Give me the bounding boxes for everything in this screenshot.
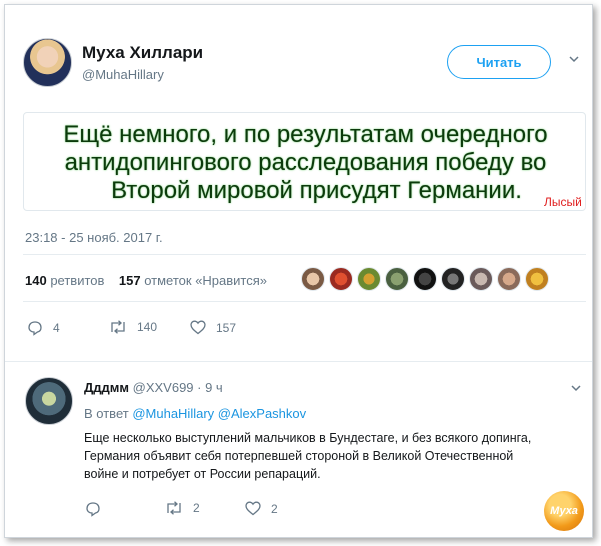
author-avatar[interactable]: [23, 38, 72, 87]
liker-avatar[interactable]: [497, 267, 521, 291]
reply-header: Дддмм @XXV699 · 9 ч: [84, 380, 223, 395]
liker-avatar[interactable]: [357, 267, 381, 291]
likes-count[interactable]: 157: [119, 273, 141, 288]
retweet-icon: [167, 501, 181, 515]
follow-button[interactable]: Читать: [447, 45, 551, 79]
tweet-stats: 140 ретвитов 157 отметок «Нравится»: [25, 273, 267, 288]
mention-link[interactable]: @AlexPashkov: [218, 406, 306, 421]
tweet-frame: Муха Хиллари @MuhaHillary Читать Ещё нем…: [4, 4, 593, 538]
author-name[interactable]: Муха Хиллари: [82, 43, 203, 63]
reply-action[interactable]: 4: [27, 320, 60, 336]
image-signature: Лысый: [544, 195, 582, 209]
reply-text-line: Еще несколько выступлений мальчиков в Бу…: [84, 431, 532, 445]
reply-meta[interactable]: @XXV699 · 9 ч: [133, 380, 223, 395]
liker-avatars: [301, 267, 549, 291]
chevron-down-icon[interactable]: [569, 54, 579, 64]
tweet-image[interactable]: Ещё немного, и по результатам очередного…: [23, 112, 586, 211]
like-count: 157: [216, 320, 237, 335]
image-text-line: Второй мировой присудят Германии.: [111, 177, 522, 204]
reply-text-line: войне и потребует от России репараций.: [84, 467, 321, 481]
reply-icon: [28, 321, 42, 336]
likes-label[interactable]: отметок «Нравится»: [144, 273, 267, 288]
tweet-timestamp[interactable]: 23:18 - 25 нояб. 2017 г.: [25, 230, 163, 245]
reply-icon: [86, 502, 100, 517]
liker-avatar[interactable]: [469, 267, 493, 291]
reply-prefix: В ответ: [84, 406, 129, 421]
reply-like-count: 2: [271, 501, 278, 516]
author-handle[interactable]: @MuhaHillary: [82, 67, 164, 82]
heart-icon: [190, 320, 206, 335]
reply-count: 4: [53, 321, 60, 335]
reply-to: В ответ @MuhaHillary @AlexPashkov: [84, 406, 306, 421]
watermark-text: Муха: [550, 505, 578, 517]
image-text-line: антидопингового расследования победу во: [64, 149, 547, 176]
retweets-count[interactable]: 140: [25, 273, 47, 288]
liker-avatar[interactable]: [385, 267, 409, 291]
image-text: Ещё немного, и по результатам очередного…: [24, 121, 587, 205]
retweet-icon: [111, 320, 125, 334]
chevron-down-icon[interactable]: [571, 383, 581, 393]
reply-like-action[interactable]: 2: [245, 501, 278, 516]
divider: [5, 361, 592, 362]
reply-retweet-count: 2: [193, 501, 200, 515]
retweets-label[interactable]: ретвитов: [50, 273, 104, 288]
retweet-count: 140: [137, 320, 158, 334]
reply-author-name[interactable]: Дддмм: [84, 380, 129, 395]
liker-avatar[interactable]: [413, 267, 437, 291]
liker-avatar[interactable]: [525, 267, 549, 291]
like-action[interactable]: 157: [190, 320, 236, 335]
mention-link[interactable]: @MuhaHillary: [132, 406, 214, 421]
liker-avatar[interactable]: [441, 267, 465, 291]
reply-text: Еще несколько выступлений мальчиков в Бу…: [84, 429, 584, 483]
reply-reply-action[interactable]: [85, 501, 111, 517]
reply-author-avatar[interactable]: [25, 377, 73, 425]
reply-text-line: Германия объявит себя потерпевшей сторон…: [84, 449, 514, 463]
liker-avatar[interactable]: [301, 267, 325, 291]
retweet-action[interactable]: 140: [109, 320, 157, 334]
image-text-line: Ещё немного, и по результатам очередного: [63, 121, 548, 148]
divider: [23, 254, 586, 255]
liker-avatar[interactable]: [329, 267, 353, 291]
divider: [23, 301, 586, 302]
watermark-logo: Муха: [544, 491, 584, 531]
reply-retweet-action[interactable]: 2: [165, 501, 200, 515]
heart-icon: [245, 501, 261, 516]
